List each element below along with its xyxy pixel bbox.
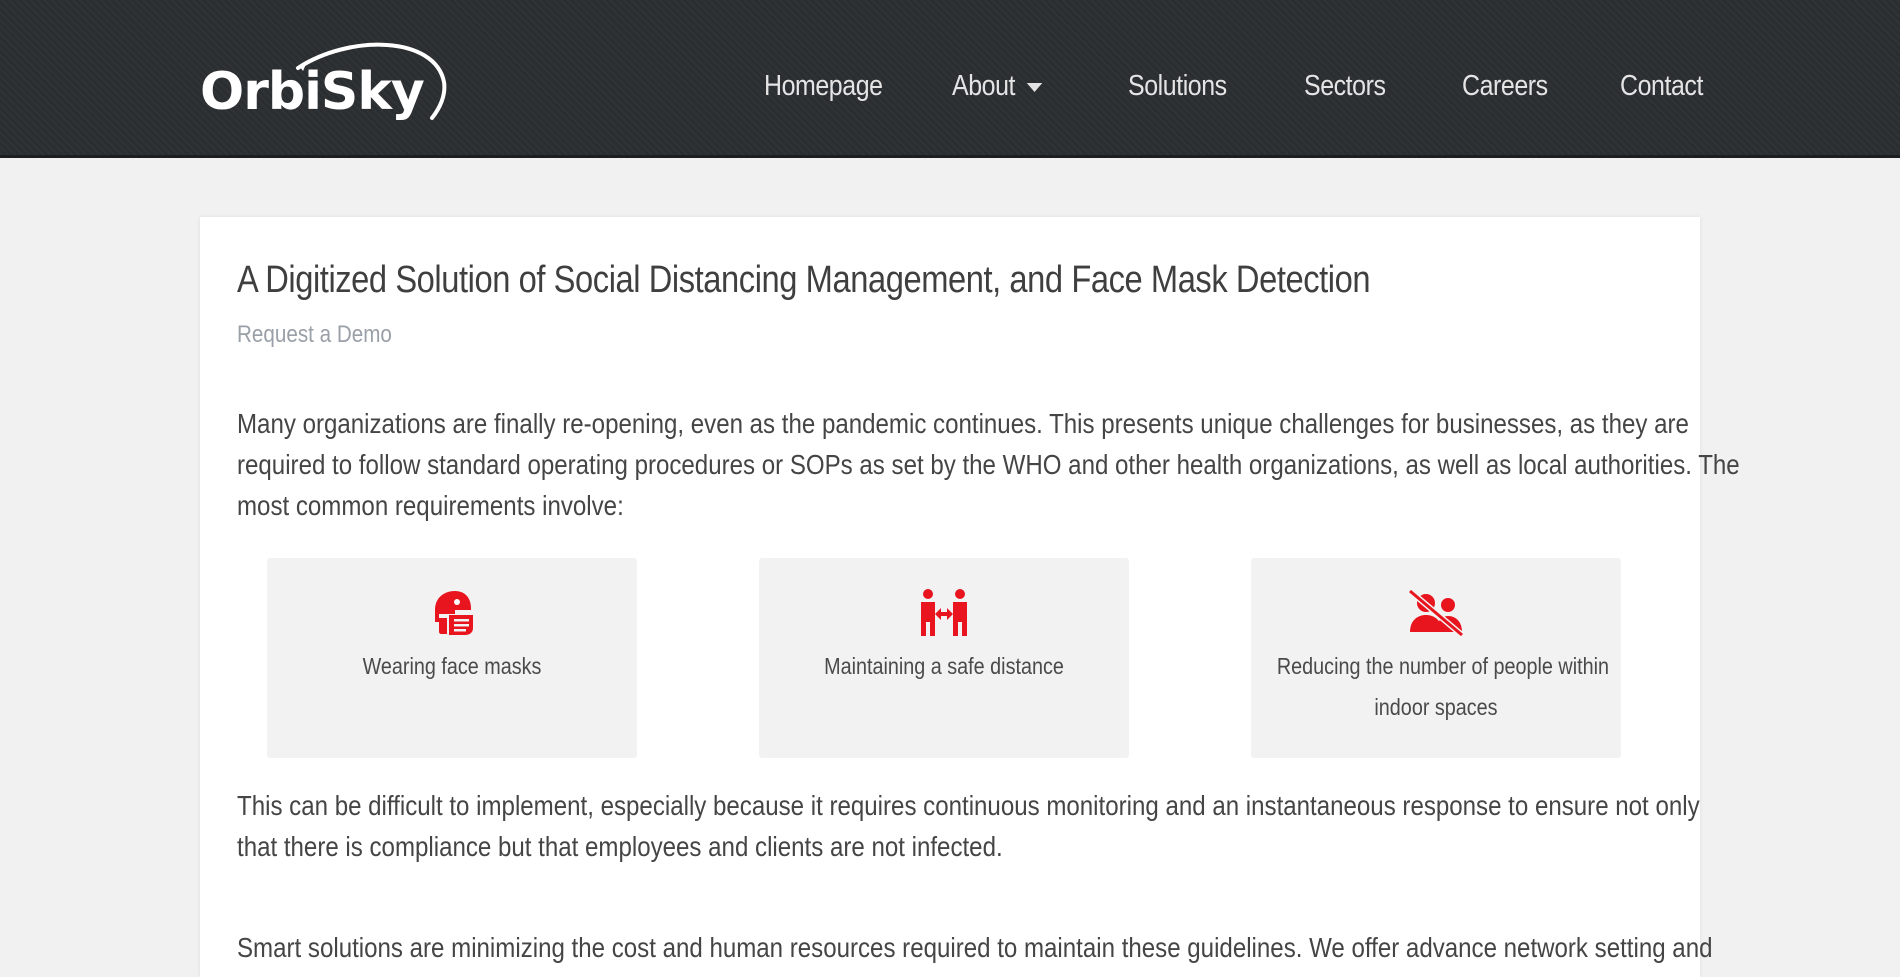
feature-label: Reducing the number of people within ind… xyxy=(1276,646,1609,728)
intro-paragraph: Many organizations are finally re-openin… xyxy=(237,403,1740,526)
nav-about-label: About xyxy=(952,70,1016,102)
main-nav: Homepage About Solutions Sectors Careers… xyxy=(0,70,1900,110)
feature-card-reduce-people: Reducing the number of people within ind… xyxy=(1251,558,1621,758)
feature-card-face-masks: Wearing face masks xyxy=(267,558,637,758)
feature-card-safe-distance: Maintaining a safe distance xyxy=(759,558,1129,758)
people-distance-icon xyxy=(921,589,967,636)
intro-line: most common requirements involve: xyxy=(237,490,624,521)
feature-label: Wearing face masks xyxy=(362,653,542,679)
site-header: OrbiSky Homepage About Solutions Sectors… xyxy=(0,0,1900,158)
no-crowd-icon xyxy=(1408,588,1464,638)
feature-label: Maintaining a safe distance xyxy=(824,653,1064,679)
nav-about[interactable]: About xyxy=(952,70,1043,103)
caret-down-icon xyxy=(1027,82,1043,92)
content-card: A Digitized Solution of Social Distancin… xyxy=(200,217,1740,977)
followup-line: that there is compliance but that employ… xyxy=(237,831,1003,862)
followup-line: This can be difficult to implement, espe… xyxy=(237,790,1700,821)
followup-paragraph: This can be difficult to implement, espe… xyxy=(237,785,1700,867)
intro-line: required to follow standard operating pr… xyxy=(237,449,1740,480)
page-title: A Digitized Solution of Social Distancin… xyxy=(237,259,1371,301)
feature-label-line: indoor spaces xyxy=(1374,694,1498,720)
nav-careers[interactable]: Careers xyxy=(1462,70,1548,103)
nav-contact[interactable]: Contact xyxy=(1620,70,1703,103)
nav-solutions[interactable]: Solutions xyxy=(1128,70,1227,103)
cutoff-paragraph: Smart solutions are minimizing the cost … xyxy=(237,932,1713,963)
request-demo-link[interactable]: Request a Demo xyxy=(237,321,392,349)
face-mask-icon xyxy=(435,591,473,635)
nav-homepage[interactable]: Homepage xyxy=(764,70,883,103)
nav-sectors[interactable]: Sectors xyxy=(1304,70,1386,103)
intro-line: Many organizations are finally re-openin… xyxy=(237,408,1689,439)
feature-label-line: Reducing the number of people within xyxy=(1276,653,1609,679)
